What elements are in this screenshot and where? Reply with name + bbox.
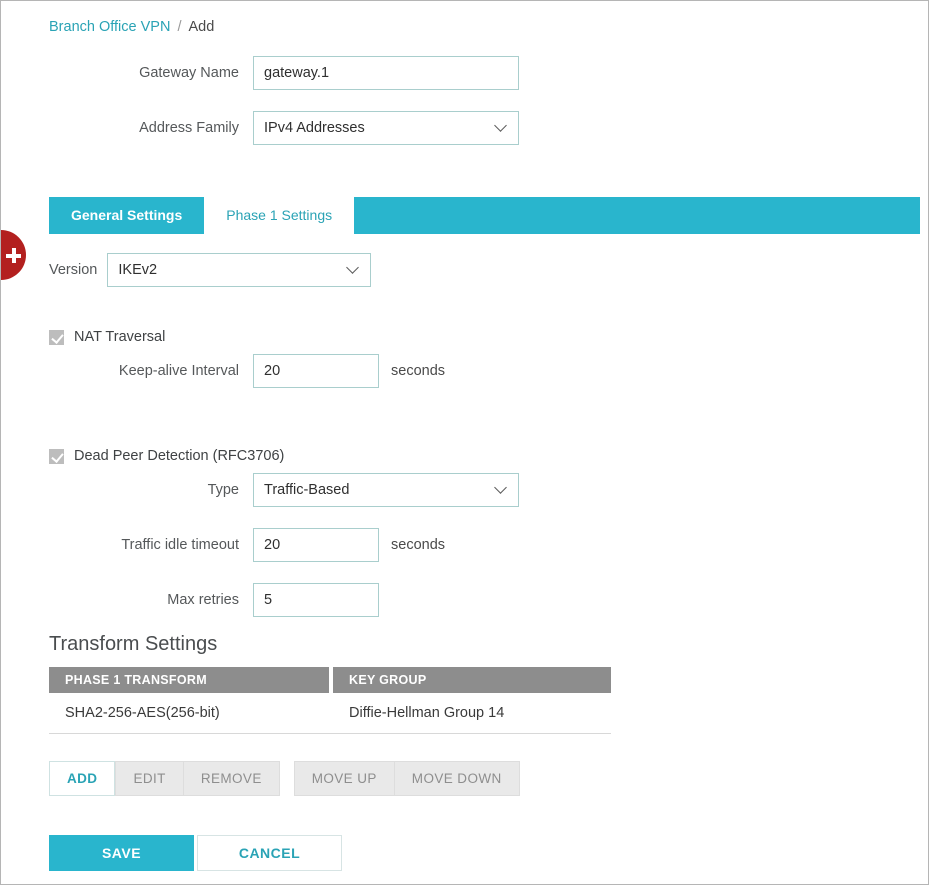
nat-traversal-label: NAT Traversal [74,329,166,345]
address-family-row: Address Family IPv4 Addresses [1,111,928,145]
address-family-value: IPv4 Addresses [264,120,365,136]
max-retries-row: Max retries [1,583,928,617]
keep-alive-interval-row: Keep-alive Interval seconds [1,354,928,388]
version-label: Version [49,262,98,278]
remove-button: REMOVE [182,761,280,796]
traffic-idle-timeout-input[interactable] [253,528,379,562]
transform-settings-table: PHASE 1 TRANSFORM KEY GROUP SHA2-256-AES… [49,667,611,734]
keep-alive-interval-label: Keep-alive Interval [118,363,239,379]
settings-tabbar: General Settings Phase 1 Settings [49,197,920,234]
dead-peer-detection-label: Dead Peer Detection (RFC3706) [74,448,285,464]
dpd-type-label: Type [207,482,239,498]
tab-general-settings[interactable]: General Settings [49,197,205,234]
edit-button: EDIT [115,761,183,796]
dpd-type-select[interactable]: Traffic-Based [253,473,519,507]
transform-settings-title: Transform Settings [49,633,218,655]
add-plus-badge[interactable] [1,230,26,280]
cancel-button[interactable]: CANCEL [197,835,342,871]
nat-traversal-row[interactable]: NAT Traversal [49,329,165,345]
tab-phase-1-settings[interactable]: Phase 1 Settings [204,197,355,234]
nat-traversal-checkbox[interactable] [49,329,64,345]
version-value: IKEv2 [118,262,158,278]
add-button[interactable]: ADD [49,761,116,796]
move-down-button: MOVE DOWN [393,761,520,796]
version-row: Version IKEv2 [49,253,372,287]
dpd-type-value: Traffic-Based [264,482,350,498]
table-row[interactable]: SHA2-256-AES(256-bit) Diffie-Hellman Gro… [49,693,611,734]
address-family-label: Address Family [139,120,239,136]
column-header-key-group: KEY GROUP [333,667,611,693]
table-header-row: PHASE 1 TRANSFORM KEY GROUP [49,667,611,693]
cell-key-group: Diffie-Hellman Group 14 [349,705,505,721]
dead-peer-detection-checkbox[interactable] [49,448,64,464]
version-select[interactable]: IKEv2 [107,253,372,287]
plus-icon-vertical [11,248,16,263]
vpn-gateway-add-page: Branch Office VPN / Add Gateway Name Addre… [0,0,929,885]
address-family-select[interactable]: IPv4 Addresses [253,111,519,145]
crud-button-group: ADD EDIT REMOVE [49,761,280,796]
dpd-type-row: Type Traffic-Based [1,473,928,507]
footer-button-bar: SAVE CANCEL [49,835,342,871]
traffic-idle-timeout-unit: seconds [391,537,446,553]
breadcrumb: Branch Office VPN / Add [49,19,214,35]
max-retries-label: Max retries [167,592,239,608]
move-up-button: MOVE UP [293,761,394,796]
keep-alive-interval-input[interactable] [253,354,379,388]
save-button[interactable]: SAVE [49,835,194,871]
cell-phase-1-transform: SHA2-256-AES(256-bit) [65,705,220,721]
breadcrumb-link-branch-office-vpn[interactable]: Branch Office VPN [49,19,170,35]
transform-action-bar: ADD EDIT REMOVE MOVE UP MOVE DOWN [49,761,520,796]
traffic-idle-timeout-row: Traffic idle timeout seconds [1,528,928,562]
traffic-idle-timeout-label: Traffic idle timeout [121,537,239,553]
reorder-button-group: MOVE UP MOVE DOWN [293,761,520,796]
gateway-name-input[interactable] [253,56,519,90]
max-retries-input[interactable] [253,583,379,617]
keep-alive-interval-unit: seconds [391,363,446,379]
breadcrumb-current-add: Add [188,19,215,35]
dead-peer-detection-row[interactable]: Dead Peer Detection (RFC3706) [49,448,284,464]
gateway-name-label: Gateway Name [139,65,239,81]
column-header-phase-1-transform: PHASE 1 TRANSFORM [49,667,329,693]
gateway-name-row: Gateway Name [1,56,928,90]
breadcrumb-separator: / [177,19,182,35]
